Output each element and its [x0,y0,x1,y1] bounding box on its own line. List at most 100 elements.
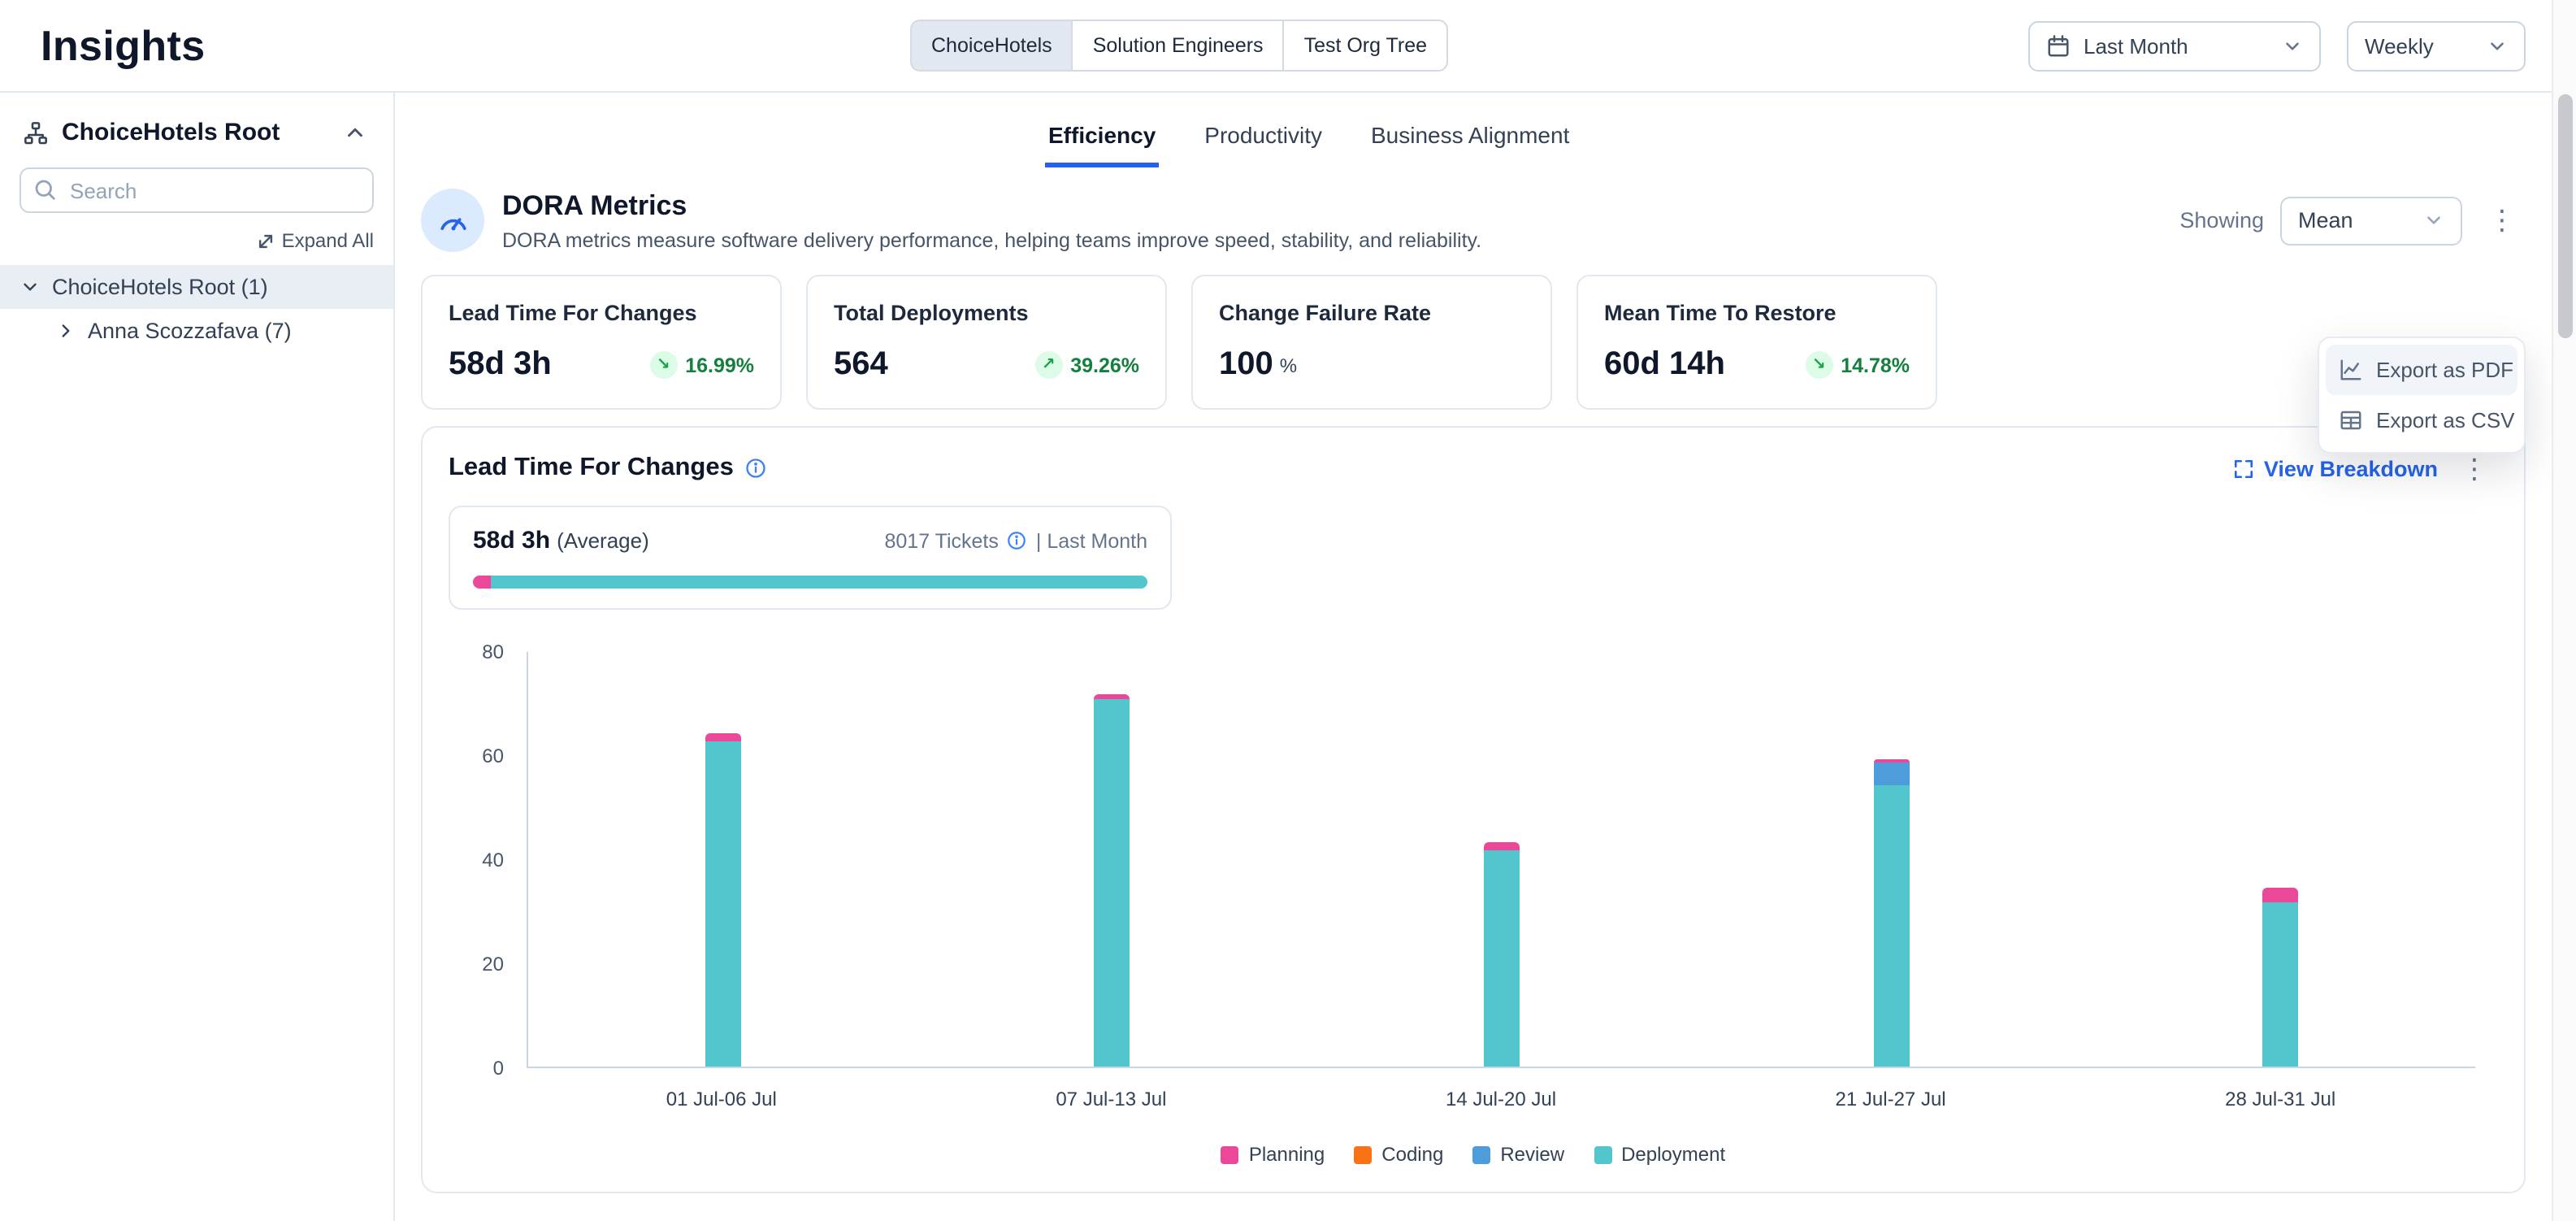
aggregation-value: Mean [2298,208,2353,232]
dora-metric-cards: Lead Time For Changes 58d 3h ↘ 16.99% To… [421,275,2526,410]
metric-delta: ↘ 14.78% [1805,351,1910,379]
expand-all-label: Expand All [282,229,374,252]
metric-card-mean-time-to-restore[interactable]: Mean Time To Restore 60d 14h ↘ 14.78% [1576,275,1937,410]
trend-down-icon: ↘ [1805,351,1832,379]
info-icon[interactable] [745,457,768,480]
tree-item-choicehotels-root[interactable]: ChoiceHotels Root (1) [0,265,393,309]
metric-card-total-deployments[interactable]: Total Deployments 564 ↗ 39.26% [806,275,1167,410]
stacked-bar[interactable] [2262,887,2298,1067]
metric-delta: ↗ 39.26% [1034,351,1139,379]
info-icon[interactable] [1007,530,1028,551]
org-tree-sidebar: ChoiceHotels Root Expand All [0,93,395,1221]
sidebar-header: ChoiceHotels Root [0,93,393,164]
search-input[interactable] [20,167,374,213]
gauge-icon [421,189,484,252]
average-value: 58d 3h [473,527,550,554]
bar-segment-planning [705,733,741,741]
trend-down-icon: ↘ [649,351,677,379]
org-tab-choicehotels[interactable]: ChoiceHotels [910,20,1073,72]
dora-controls: Showing Mean ⋮ [2179,196,2526,245]
metric-title: Total Deployments [834,301,1139,325]
org-tab-test-org-tree[interactable]: Test Org Tree [1283,20,1448,72]
legend-item-coding[interactable]: Coding [1354,1143,1443,1166]
bar-segment-planning [2262,887,2298,902]
export-csv-label: Export as CSV [2376,408,2515,432]
stacked-bar[interactable] [705,733,741,1067]
stacked-bar[interactable] [1484,843,1520,1067]
stacked-bar[interactable] [1873,759,1909,1067]
metric-card-change-failure-rate[interactable]: Change Failure Rate 100 % [1191,275,1552,410]
bar-segment-planning [1095,693,1130,700]
bar-segment-deployment [1095,700,1130,1067]
kebab-menu-icon[interactable]: ⋮ [2451,454,2498,482]
expand-all-row: Expand All [0,229,393,265]
chevron-down-icon [2423,210,2444,231]
legend-item-deployment[interactable]: Deployment [1594,1143,1725,1166]
date-range-dropdown[interactable]: Last Month [2028,20,2321,71]
x-axis-label: 21 Jul-27 Jul [1836,1088,1946,1110]
tab-business-alignment[interactable]: Business Alignment [1368,112,1572,167]
view-breakdown-label: View Breakdown [2264,456,2438,480]
metric-value: 60d 14h [1604,346,1725,384]
tickets-count: 8017 Tickets [885,529,999,552]
sidebar-collapse-button[interactable] [340,117,371,148]
lead-time-card: Lead Time For Changes [421,426,2526,1193]
x-axis-label: 07 Jul-13 Jul [1056,1088,1166,1110]
export-pdf-menu-item[interactable]: Export as PDF [2326,345,2517,395]
dora-heading-text: DORA Metrics DORA metrics measure softwa… [502,189,1481,251]
org-tab-solution-engineers[interactable]: Solution Engineers [1072,20,1285,72]
bar-segment-deployment [1484,850,1520,1067]
tab-efficiency[interactable]: Efficiency [1045,112,1159,167]
insights-app: Insights ChoiceHotels Solution Engineers… [0,0,2576,1221]
chevron-down-icon [20,276,41,298]
sidebar-root-label: ChoiceHotels Root [62,119,280,146]
calendar-icon [2046,33,2071,58]
tree-item-anna-scozzafava[interactable]: Anna Scozzafava (7) [0,309,393,353]
average-qualifier: (Average) [557,528,649,553]
granularity-value: Weekly [2365,33,2474,58]
legend-label: Planning [1249,1143,1325,1166]
metric-value: 100 [1219,346,1273,384]
legend-item-review[interactable]: Review [1472,1143,1564,1166]
date-range-value: Last Month [2084,33,2269,58]
aggregation-dropdown[interactable]: Mean [2280,196,2462,245]
search-icon [33,177,57,202]
chart-y-labels: 020406080 [449,639,517,1127]
efficiency-content: DORA Metrics DORA metrics measure softwa… [395,189,2552,1193]
legend-swatch [1594,1145,1611,1163]
sidebar-search [20,167,374,213]
dora-description: DORA metrics measure software delivery p… [502,228,1481,251]
stacked-bar[interactable] [1095,693,1130,1067]
trend-up-icon: ↗ [1034,351,1062,379]
progress-segment-planning [473,576,491,589]
lead-time-summary: 58d 3h (Average) 8017 Tickets | Last Mon… [449,506,1172,610]
y-axis-label: 40 [455,847,504,873]
metric-card-lead-time[interactable]: Lead Time For Changes 58d 3h ↘ 16.99% [421,275,782,410]
tab-productivity[interactable]: Productivity [1201,112,1325,167]
granularity-dropdown[interactable]: Weekly [2347,20,2526,71]
metric-title: Change Failure Rate [1219,301,1524,325]
metric-unit: % [1280,354,1297,376]
delta-value: 14.78% [1841,354,1910,376]
topbar: Insights ChoiceHotels Solution Engineers… [0,0,2552,93]
expand-all-button[interactable]: Expand All [258,229,374,252]
tree-item-label: Anna Scozzafava (7) [88,319,292,343]
main-panel: Efficiency Productivity Business Alignme… [395,93,2552,1221]
summary-period: | Last Month [1036,529,1147,552]
legend-label: Deployment [1621,1143,1725,1166]
export-menu: Export as PDF Export as CSV [2318,337,2526,454]
chart-legend: Planning Coding Review Deployment [449,1143,2498,1166]
chart-plot [527,652,2475,1068]
scrollbar-thumb[interactable] [2558,94,2573,338]
kebab-menu-icon[interactable]: ⋮ [2478,206,2526,234]
legend-swatch [1221,1145,1239,1163]
y-axis-label: 20 [455,951,504,977]
metric-title: Lead Time For Changes [449,301,754,325]
legend-item-planning[interactable]: Planning [1221,1143,1325,1166]
export-csv-menu-item[interactable]: Export as CSV [2326,395,2517,445]
view-breakdown-button[interactable]: View Breakdown [2233,456,2438,480]
page-scrollbar[interactable] [2552,0,2576,1221]
dora-metrics-header: DORA Metrics DORA metrics measure softwa… [421,189,2526,252]
bar-segment-deployment [1873,785,1909,1067]
lead-time-chart: 020406080 01 Jul-06 Jul07 Jul-13 Jul14 J… [449,639,2498,1127]
